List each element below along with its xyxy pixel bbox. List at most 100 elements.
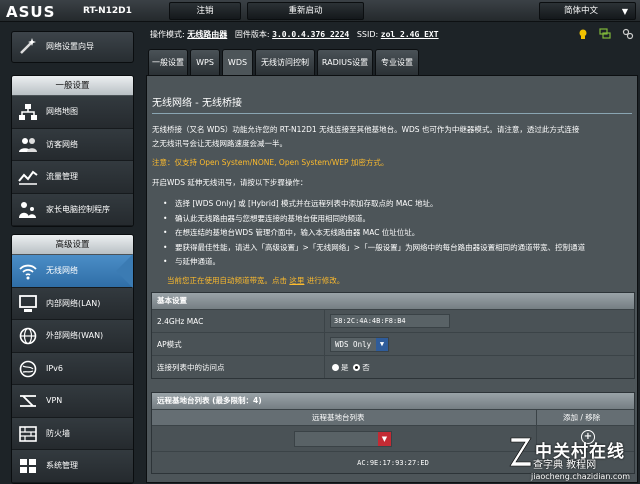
firmware-label: 固件版本: [234, 30, 270, 39]
step-item-continued: 与延伸通道。 [163, 255, 631, 270]
sidebar-item-label: 防火墙 [46, 428, 70, 438]
vpn-icon [20, 395, 36, 407]
sidebar-item-label: VPN [46, 396, 63, 405]
sidebar-item-lan[interactable]: 内部网络(LAN) [12, 287, 133, 320]
ap-mode-select[interactable]: WDS Only ▼ [330, 337, 389, 352]
ssid-value[interactable]: zol_2.4G_EXT [381, 30, 439, 39]
title-divider [152, 113, 632, 114]
sidebar-item-label: 系统管理 [46, 461, 78, 470]
note-link[interactable]: 这里 [289, 276, 304, 285]
mac-field[interactable]: 38:2C:4A:4B:F8:B4 [330, 314, 450, 328]
main-panel: 操作模式: 无线路由器 固件版本: 3.0.0.4.376_2224 SSID:… [145, 22, 640, 483]
intro-line-2: 之无线讯号会让无线网路速度会减一半。 [152, 139, 287, 148]
connect-list-radio-group: 是 否 [332, 356, 370, 379]
step-item: 选择 [WDS Only] 或 [Hybrid] 模式并在远程列表中添加存取点的… [163, 197, 631, 212]
model-name: RT-N12D1 [83, 6, 132, 16]
radio-no[interactable] [353, 363, 361, 371]
tab-professional[interactable]: 专业设置 [375, 49, 419, 75]
top-bar: ASUS RT-N12D1 注销 重新启动 简体中文 ▼ [0, 0, 640, 22]
chevron-down-icon: ▼ [378, 432, 391, 446]
sidebar-item-label: 网络地图 [46, 107, 78, 116]
sidebar-item-ipv6[interactable]: IPv6 [12, 352, 133, 385]
wan-icon [19, 327, 37, 345]
tab-access-control[interactable]: 无线访问控制 [255, 49, 315, 75]
ap-mode-label: AP模式 [157, 340, 182, 349]
step-item: 在想连结的基地台WDS 管理介面中，输入本无线路由器 MAC 位址位址。 [163, 226, 631, 241]
lan-icon [19, 294, 37, 312]
language-select[interactable]: 简体中文 ▼ [539, 2, 636, 20]
wizard-label: 网络设置向导 [46, 42, 94, 51]
guest-network-icon [19, 137, 37, 152]
status-icons [569, 28, 634, 42]
sidebar-item-parental-control[interactable]: 家长电脑控制程序 [12, 193, 133, 226]
reboot-button[interactable]: 重新启动 [247, 2, 364, 20]
sidebar-item-label: 访客网络 [46, 139, 78, 149]
general-section-title: 一般设置 [12, 76, 133, 96]
tab-general[interactable]: 一般设置 [148, 49, 188, 75]
magic-wand-icon [20, 38, 36, 54]
note-text: 当前您正在使用自动频道带宽。点击 [167, 276, 290, 285]
step-item: 确认此无线路由器与您想要连接的基地台使用相同的频道。 [163, 212, 631, 227]
sidebar-item-traffic-manager[interactable]: 流量管理 [12, 161, 133, 194]
advanced-section: 高级设置 无线网络 内部网络(LAN) 外部网络(WAN) IPv6 VPN 防… [11, 234, 134, 484]
basic-settings-table: 基本设置 2.4GHz MAC 38:2C:4A:4B:F8:B4 AP模式 W… [151, 292, 635, 379]
tab-wps[interactable]: WPS [190, 49, 220, 75]
encryption-warning: 注意：仅支持 Open System/NONE, Open System/WEP… [152, 158, 389, 167]
steps-list: 选择 [WDS Only] 或 [Hybrid] 模式并在远程列表中添加存取点的… [163, 197, 631, 270]
quick-setup-wizard-button[interactable]: 网络设置向导 [11, 31, 134, 63]
firmware-value[interactable]: 3.0.0.4.376_2224 [272, 30, 349, 39]
logout-button[interactable]: 注销 [169, 2, 241, 20]
clients-icon[interactable] [599, 28, 612, 40]
mac-label: 2.4GHz MAC [157, 317, 204, 326]
sidebar-item-vpn[interactable]: VPN [12, 385, 133, 418]
brand-logo: ASUS [6, 3, 56, 21]
status-line: 操作模式: 无线路由器 固件版本: 3.0.0.4.376_2224 SSID:… [150, 29, 439, 40]
wireless-icon [19, 264, 37, 280]
remote-ap-column-header: 远程基地台列表 添加 / 移除 [152, 409, 634, 426]
table-row: 连接列表中的访问点 是 否 [152, 355, 634, 378]
traffic-manager-icon [18, 170, 38, 185]
column-remote-list: 远程基地台列表 [312, 413, 365, 422]
admin-icon [20, 459, 36, 473]
sidebar-item-label: 家长电脑控制程序 [46, 204, 110, 214]
tab-radius[interactable]: RADIUS设置 [317, 49, 373, 75]
watermark-subtitle: 查字典 教程网 [533, 460, 597, 471]
sidebar-item-wan[interactable]: 外部网络(WAN) [12, 320, 133, 353]
radio-no-label: 否 [362, 363, 370, 372]
network-map-icon [19, 104, 37, 120]
column-divider [324, 310, 325, 332]
firewall-icon [19, 425, 37, 442]
intro-line-1: 无线桥接（又名 WDS）功能允许您的 RT-N12D1 无线连接至其他基地台。W… [152, 125, 580, 134]
mode-value[interactable]: 无线路由器 [187, 30, 227, 39]
lightbulb-icon[interactable] [577, 28, 589, 40]
column-divider [536, 410, 537, 426]
sidebar-item-network-map[interactable]: 网络地图 [12, 96, 133, 129]
column-divider [324, 333, 325, 355]
sidebar-item-guest-network[interactable]: 访客网络 [12, 128, 133, 161]
ipv6-icon [19, 360, 37, 377]
sidebar-item-label: 内部网络(LAN) [46, 298, 101, 308]
sidebar-item-label: 流量管理 [46, 172, 78, 181]
radio-yes[interactable] [332, 363, 339, 371]
steps-intro: 开启WDS 延伸无线讯号，请按以下步骤操作： [152, 178, 308, 187]
sidebar-item-administration[interactable]: 系统管理 [12, 450, 133, 483]
page-title: 无线网络 - 无线桥接 [152, 98, 242, 109]
remote-ap-select[interactable]: ▼ [294, 431, 392, 447]
content-panel: 无线网络 - 无线桥接 无线桥接（又名 WDS）功能允许您的 RT-N12D1 … [146, 75, 638, 483]
sidebar-item-label: 无线网络 [46, 266, 78, 275]
chevron-down-icon: ▼ [376, 338, 388, 351]
parental-control-icon [19, 201, 36, 218]
tab-wds[interactable]: WDS [222, 49, 253, 75]
chevron-down-icon: ▼ [621, 7, 628, 16]
bandwidth-note: 当前您正在使用自动频道带宽。点击 这里 进行修改。 [167, 275, 344, 286]
note-text-end: 进行修改。 [304, 276, 345, 285]
basic-settings-header: 基本设置 [152, 293, 634, 309]
column-divider [324, 356, 325, 378]
watermark-logo [509, 437, 532, 467]
sidebar-item-label: IPv6 [46, 363, 64, 373]
sidebar-item-wireless[interactable]: 无线网络 [12, 255, 133, 288]
mode-label: 操作模式: [150, 30, 185, 39]
usb-icon[interactable] [622, 28, 634, 40]
sidebar-item-firewall[interactable]: 防火墙 [12, 417, 133, 450]
general-section: 一般设置 网络地图 访客网络 流量管理 家长电脑控制程序 [11, 75, 134, 227]
